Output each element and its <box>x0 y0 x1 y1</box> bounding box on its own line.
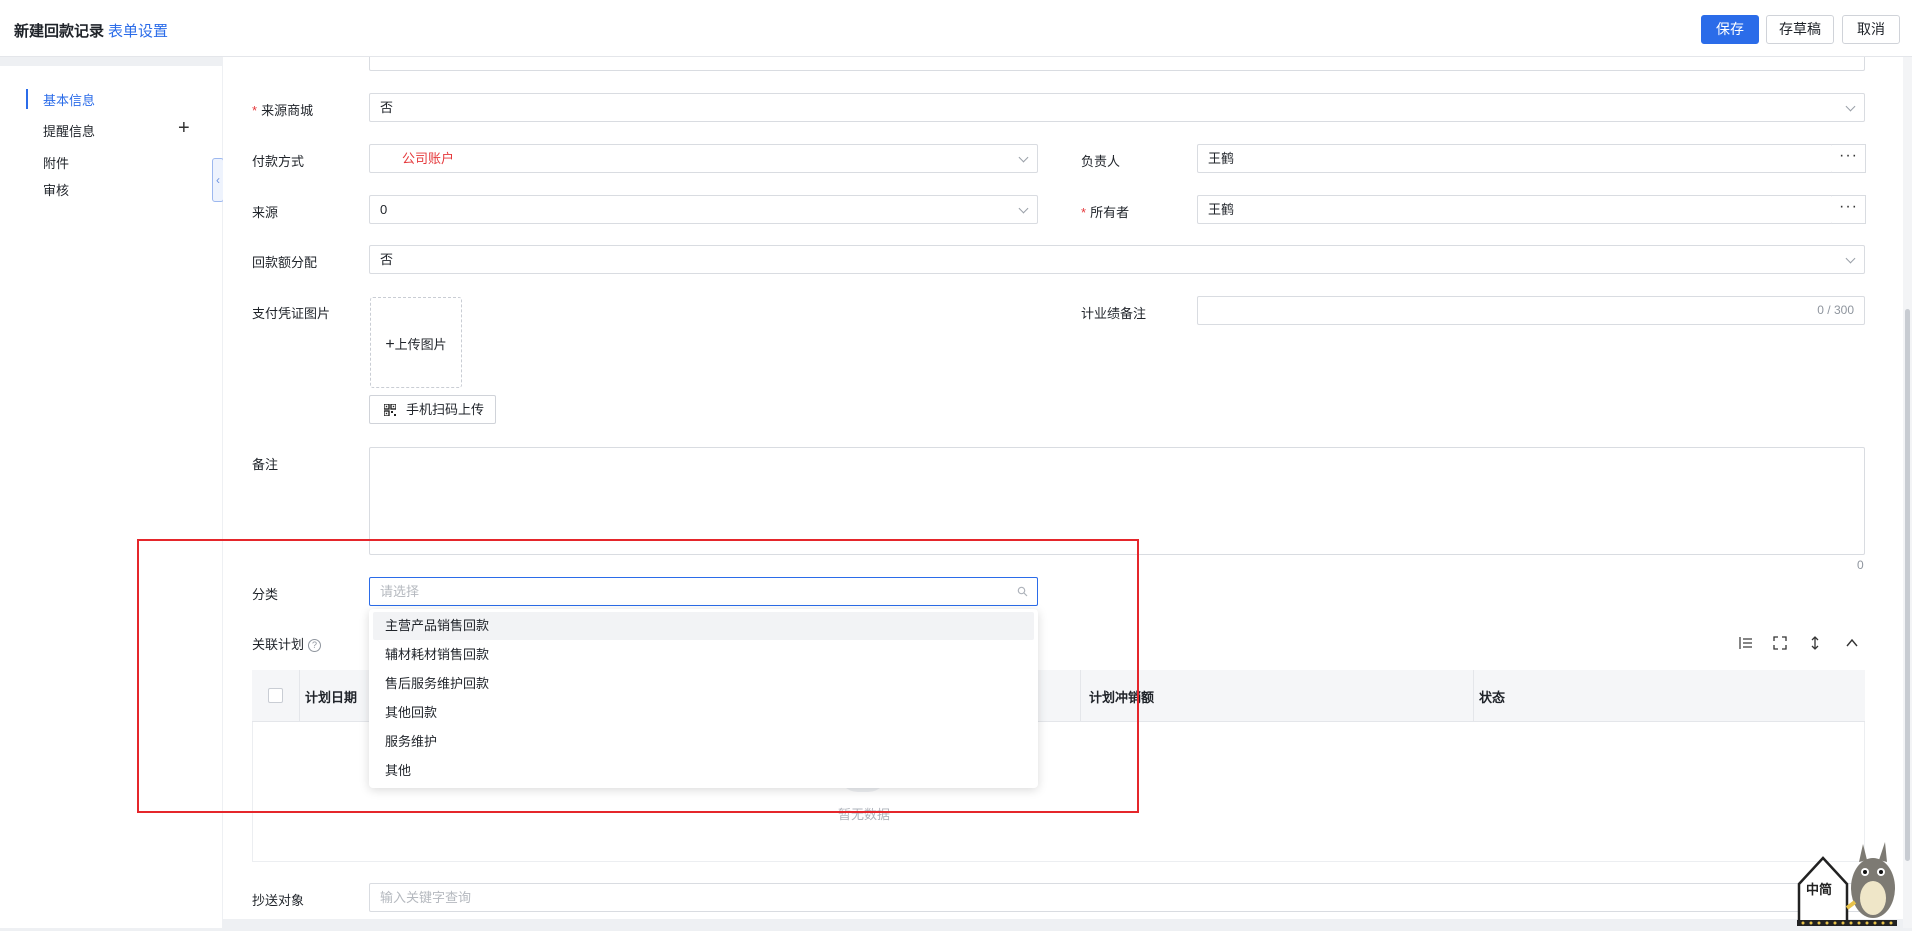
source-mall-label: * 来源商城 <box>252 103 314 118</box>
cancel-button[interactable]: 取消 <box>1842 15 1900 44</box>
owner-value: 王鹤 <box>1208 151 1235 166</box>
source-mall-select[interactable]: 否 <box>369 93 1865 122</box>
perf-remark-label: 计业绩备注 <box>1081 306 1147 321</box>
mascot-text: 中简 <box>1806 882 1832 898</box>
perf-remark-input[interactable]: 0 / 300 <box>1197 296 1865 325</box>
mascot-widget[interactable]: 中简 <box>1793 836 1901 928</box>
cc-label: 抄送对象 <box>252 893 305 908</box>
voucher-label: 支付凭证图片 <box>252 306 331 321</box>
owner-input[interactable]: 王鹤 <box>1197 144 1833 173</box>
qr-code-icon <box>384 404 396 416</box>
nav-item-attachment[interactable]: 附件 <box>43 153 69 172</box>
top-bar: 新建回款记录 表单设置 保存 存草稿 取消 <box>0 0 1912 57</box>
cc-placeholder: 输入关键字查询 <box>380 890 472 905</box>
chevron-down-icon <box>1845 253 1856 264</box>
expand-vertical-icon[interactable] <box>1810 636 1820 653</box>
source-label: 来源 <box>252 205 279 220</box>
add-reminder-icon[interactable]: + <box>178 118 190 138</box>
column-status[interactable]: 状态 <box>1479 687 1505 706</box>
allocation-select[interactable]: 否 <box>369 245 1865 274</box>
save-draft-button[interactable]: 存草稿 <box>1766 15 1834 44</box>
source-mall-value: 否 <box>380 100 394 115</box>
owner-label: 负责人 <box>1081 154 1121 169</box>
remark-counter: 0 <box>1857 558 1864 572</box>
owner-more-icon[interactable]: ··· <box>1832 144 1866 173</box>
nav-item-basic-info[interactable]: 基本信息 <box>43 90 95 109</box>
scan-label: 手机扫码上传 <box>406 402 485 417</box>
chevron-down-icon <box>1018 152 1029 163</box>
active-indicator <box>26 89 28 109</box>
row-height-icon[interactable] <box>1738 636 1753 653</box>
source-value: 0 <box>380 202 388 217</box>
plus-icon: + <box>385 336 395 353</box>
highlight-annotation-box <box>137 539 1139 813</box>
nav-item-reminder-info[interactable]: 提醒信息 <box>43 121 95 140</box>
source-select[interactable]: 0 <box>369 195 1038 224</box>
nav-item-audit[interactable]: 审核 <box>43 180 69 199</box>
scan-upload-button[interactable]: 手机扫码上传 <box>369 395 496 424</box>
perf-remark-counter: 0 / 300 <box>1817 303 1854 317</box>
chevron-down-icon <box>1018 203 1029 214</box>
upload-image-button[interactable]: +上传图片 <box>370 297 462 388</box>
page-scrollbar[interactable] <box>1903 57 1912 928</box>
payment-method-select[interactable]: 公司账户 <box>369 144 1038 173</box>
chevron-down-icon <box>1845 101 1856 112</box>
save-button[interactable]: 保存 <box>1701 15 1759 44</box>
payment-method-value: 公司账户 <box>402 151 455 166</box>
fullscreen-icon[interactable] <box>1773 636 1787 653</box>
holder-input[interactable]: 王鹤 <box>1197 195 1833 224</box>
remark-label: 备注 <box>252 457 279 472</box>
allocation-label: 回款额分配 <box>252 255 318 270</box>
form-setting-link[interactable]: 表单设置 <box>108 20 168 41</box>
page-title: 新建回款记录 <box>14 23 105 40</box>
allocation-value: 否 <box>380 252 394 267</box>
payment-method-label: 付款方式 <box>252 154 305 169</box>
cc-input[interactable]: 输入关键字查询 <box>369 883 1865 912</box>
scrollbar-thumb[interactable] <box>1905 309 1910 861</box>
holder-more-icon[interactable]: ··· <box>1832 195 1866 224</box>
column-divider <box>1473 670 1474 722</box>
holder-value: 王鹤 <box>1208 202 1235 217</box>
upload-label: 上传图片 <box>394 337 447 352</box>
holder-label: * 所有者 <box>1081 205 1130 220</box>
collapse-up-icon[interactable] <box>1845 636 1859 653</box>
prev-field-edge <box>369 57 1865 71</box>
